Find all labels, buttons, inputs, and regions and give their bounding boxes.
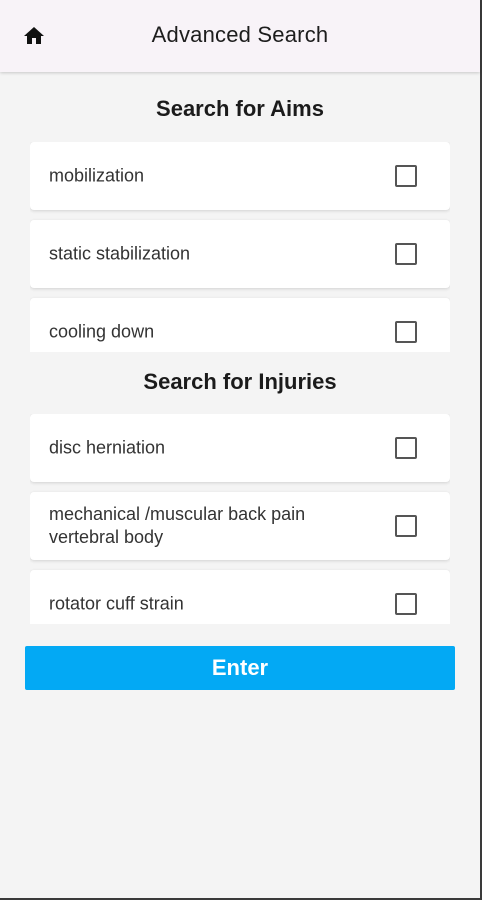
aim-item-label: cooling down xyxy=(49,321,155,342)
injury-checkbox-rotator-cuff-strain[interactable] xyxy=(395,593,417,615)
injury-item-label: mechanical /muscular back pain vertebral… xyxy=(49,504,306,547)
injuries-section-title: Search for Injuries xyxy=(143,369,337,394)
aim-checkbox-static-stabilization[interactable] xyxy=(395,243,417,265)
aim-item-label: mobilization xyxy=(49,165,145,186)
aim-item-mobilization[interactable]: mobilization xyxy=(30,142,450,210)
app-bar: Advanced Search xyxy=(0,0,480,72)
injury-checkbox-back-pain[interactable] xyxy=(395,515,417,537)
aim-item-cooling-down[interactable]: cooling down xyxy=(30,298,450,352)
aim-checkbox-mobilization[interactable] xyxy=(395,165,417,187)
injury-item-label: disc herniation xyxy=(49,437,166,458)
aims-list: mobilization static stabilization coolin… xyxy=(30,142,450,352)
injury-item-disc-herniation[interactable]: disc herniation xyxy=(30,414,450,482)
aim-checkbox-cooling-down[interactable] xyxy=(395,321,417,343)
injury-checkbox-disc-herniation[interactable] xyxy=(395,437,417,459)
aim-item-static-stabilization[interactable]: static stabilization xyxy=(30,220,450,288)
injuries-list: disc herniation mechanical /muscular bac… xyxy=(30,414,450,624)
injury-item-rotator-cuff-strain[interactable]: rotator cuff strain xyxy=(30,570,450,624)
page-title: Advanced Search xyxy=(151,22,329,47)
enter-button[interactable]: Enter xyxy=(25,646,455,690)
aims-section-title: Search for Aims xyxy=(156,96,324,121)
injury-item-label: rotator cuff strain xyxy=(49,593,184,614)
aim-item-label: static stabilization xyxy=(49,243,191,264)
injury-item-back-pain[interactable]: mechanical /muscular back pain vertebral… xyxy=(30,492,450,560)
